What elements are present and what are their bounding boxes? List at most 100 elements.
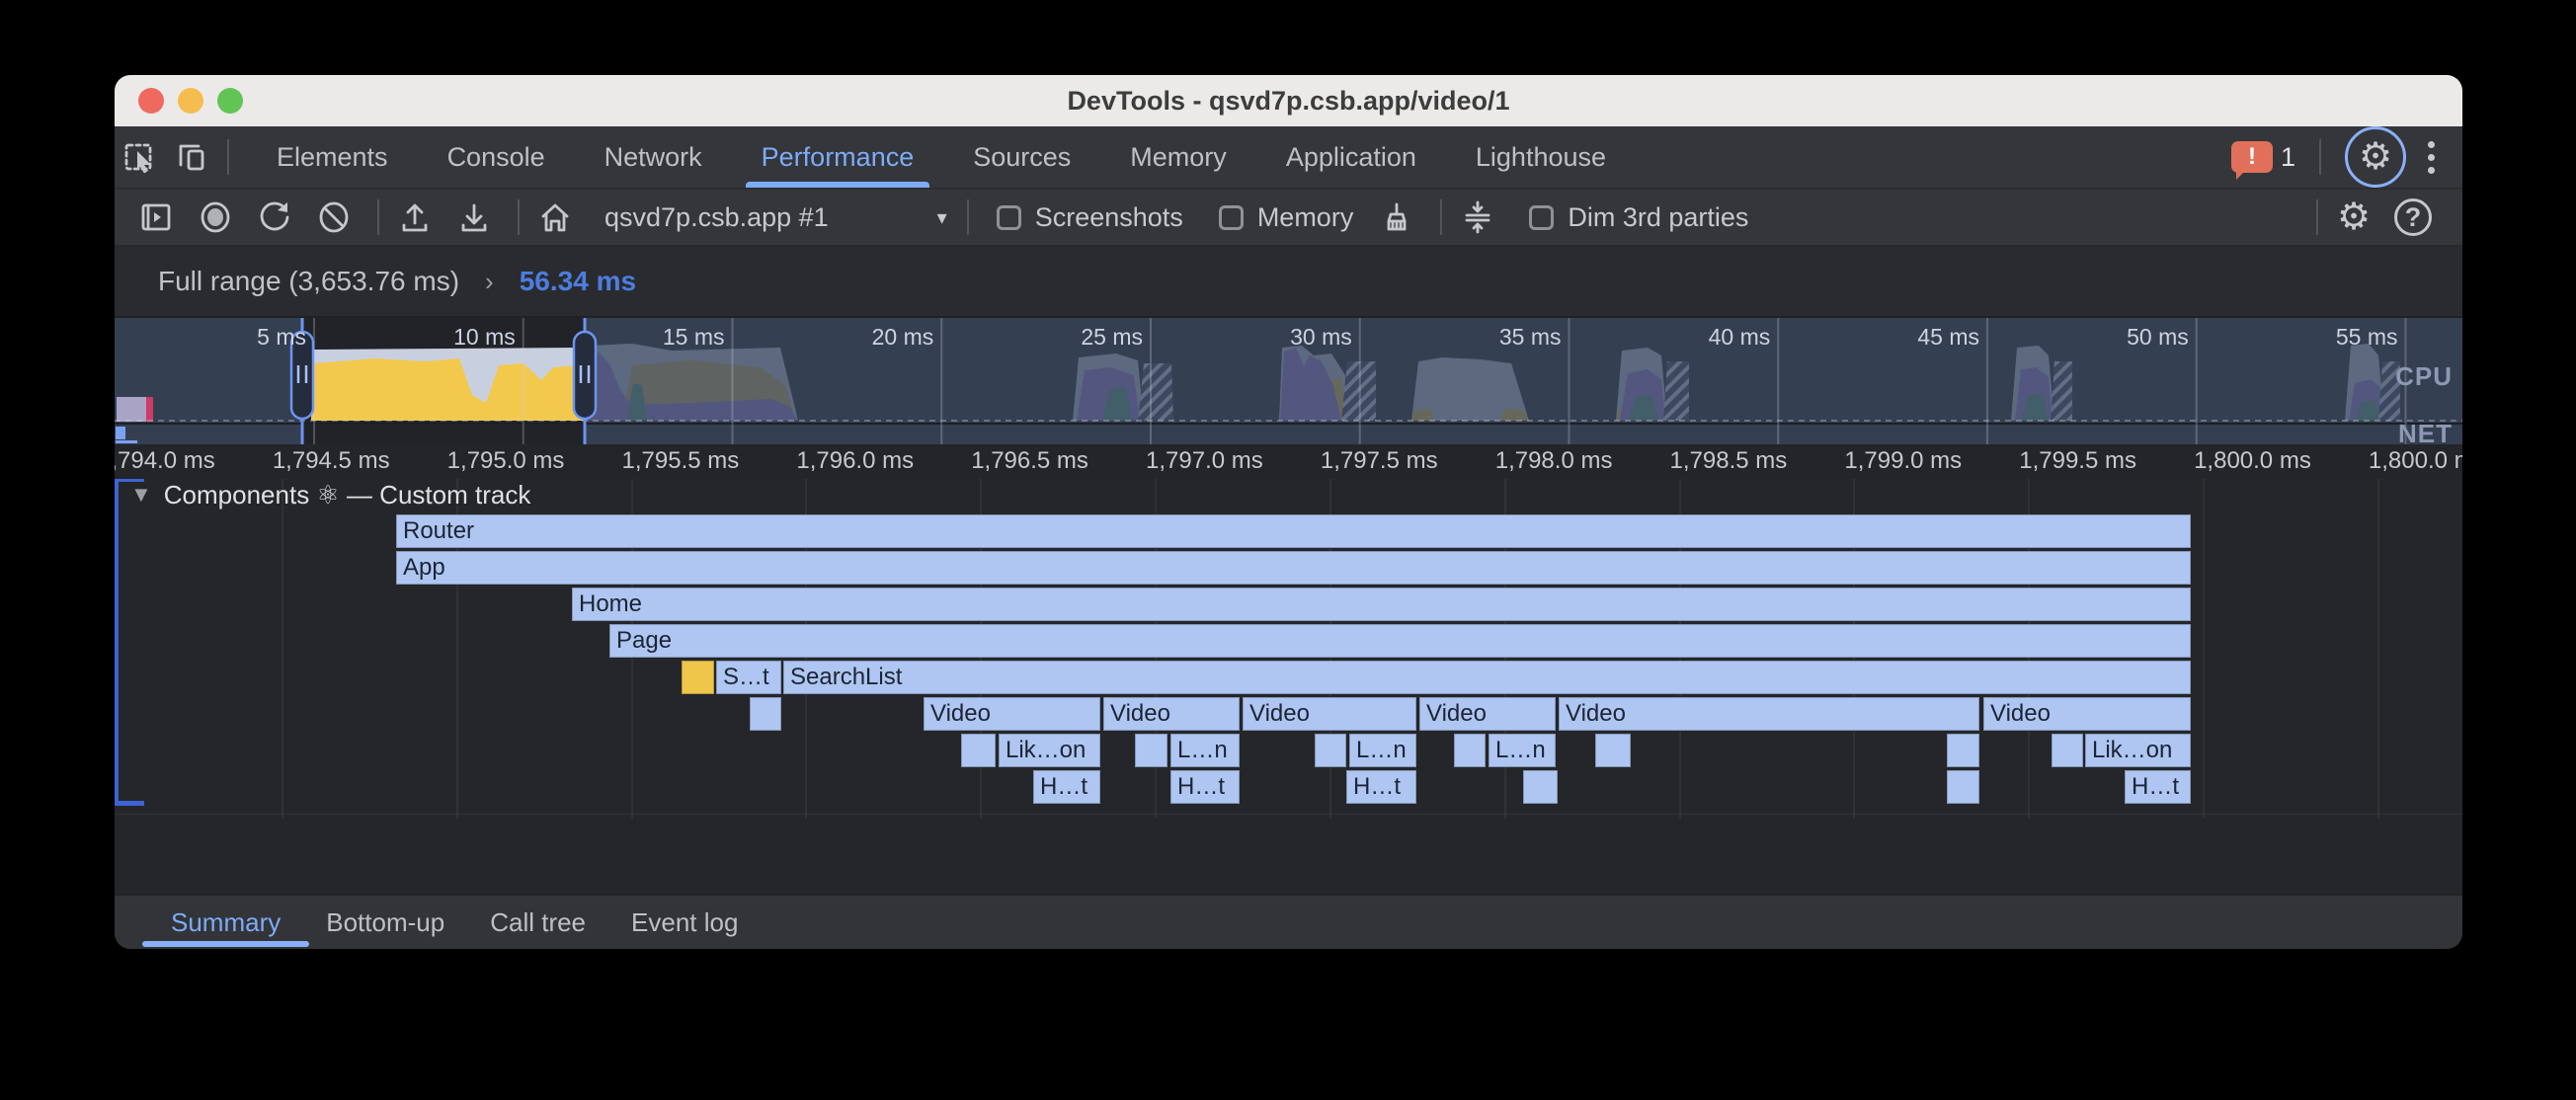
timeline-overview[interactable]: 5 ms10 ms15 ms20 ms25 ms30 ms35 ms40 ms4…: [115, 318, 2462, 444]
kebab-menu-icon[interactable]: [2420, 141, 2443, 174]
grid-line: [2377, 479, 2379, 819]
overview-tick-label: 40 ms: [1709, 324, 1771, 351]
target-selector-label: qsvd7p.csb.app #1: [604, 202, 829, 233]
tab-sources[interactable]: Sources: [943, 126, 1100, 188]
flame-bar-video[interactable]: Video: [1243, 697, 1416, 731]
flame-bar-home[interactable]: Home: [572, 588, 2191, 621]
tab-network[interactable]: Network: [575, 126, 732, 188]
error-bubble-icon: !: [2231, 141, 2273, 173]
error-badge[interactable]: ! 1: [2231, 141, 2295, 173]
checkbox-icon: [1529, 205, 1554, 230]
track-bottom-divider: [115, 814, 2462, 815]
flame-bar-video[interactable]: Video: [1559, 697, 1979, 731]
clear-icon[interactable]: [308, 195, 360, 240]
track-title: Components ⚛ — Custom track: [164, 480, 531, 511]
settings-gear-icon[interactable]: ⚙: [2328, 195, 2379, 240]
screenshots-label: Screenshots: [1035, 202, 1183, 233]
separator: [2316, 199, 2318, 235]
tab-lighthouse[interactable]: Lighthouse: [1446, 126, 1636, 188]
flame-bar[interactable]: [1315, 734, 1346, 767]
overview-tick-label: 45 ms: [1917, 324, 1979, 351]
flame-bar[interactable]: [1947, 770, 1979, 804]
flame-bar-video[interactable]: Video: [1103, 697, 1240, 731]
flame-bar[interactable]: [961, 734, 996, 767]
title-bar: DevTools - qsvd7p.csb.app/video/1: [115, 75, 2462, 126]
bottom-tab-summary[interactable]: Summary: [148, 896, 303, 949]
separator: [2319, 139, 2321, 175]
target-selector[interactable]: qsvd7p.csb.app #1 ▾: [604, 202, 947, 233]
flame-bar[interactable]: [1595, 734, 1631, 767]
collapse-icon[interactable]: [1452, 195, 1503, 240]
tab-memory[interactable]: Memory: [1100, 126, 1256, 188]
interaction-marker: [117, 397, 153, 422]
minimize-window-icon[interactable]: [178, 88, 203, 114]
panel-toggle-icon[interactable]: [130, 195, 182, 240]
ruler-label: 1,796.5 ms: [971, 447, 1088, 475]
overview-tick-label: 5 ms: [257, 324, 306, 351]
components-track-header[interactable]: ▼ Components ⚛ — Custom track: [115, 479, 530, 511]
flame-bar-ln[interactable]: L…n: [1349, 734, 1416, 767]
dim-3rd-parties-checkbox[interactable]: Dim 3rd parties: [1529, 202, 1748, 233]
settings-gear-icon[interactable]: ⚙: [2359, 138, 2392, 176]
overview-tick-label: 10 ms: [453, 324, 516, 351]
flame-bar-ht[interactable]: H…t: [2125, 770, 2191, 804]
dim-3rd-parties-label: Dim 3rd parties: [1568, 202, 1748, 233]
ruler-label: 1,794.0 ms: [115, 447, 215, 475]
tab-elements[interactable]: Elements: [247, 126, 418, 188]
collapse-triangle-icon[interactable]: ▼: [130, 482, 152, 508]
ruler-label: 1,797.0 ms: [1146, 447, 1263, 475]
flame-bar-video[interactable]: Video: [1983, 697, 2191, 731]
memory-checkbox[interactable]: Memory: [1219, 202, 1354, 233]
flame-bar-st[interactable]: S…t: [716, 661, 781, 694]
flame-bar-likon[interactable]: Lik…on: [2085, 734, 2191, 767]
tab-application[interactable]: Application: [1256, 126, 1446, 188]
record-icon[interactable]: [190, 195, 241, 240]
flame-bar-ln[interactable]: L…n: [1170, 734, 1240, 767]
separator: [518, 199, 520, 235]
checkbox-icon: [1219, 205, 1244, 230]
flame-bar-ht[interactable]: H…t: [1170, 770, 1240, 804]
flame-bar[interactable]: [2052, 734, 2083, 767]
collect-garbage-icon[interactable]: [1371, 195, 1422, 240]
flame-bar[interactable]: [1454, 734, 1486, 767]
tab-performance[interactable]: Performance: [732, 126, 944, 188]
flame-bar[interactable]: [750, 697, 781, 731]
performance-toolbar: qsvd7p.csb.app #1 ▾ Screenshots Memory: [115, 190, 2462, 247]
bottom-tab-bottom-up[interactable]: Bottom-up: [303, 896, 467, 949]
traffic-lights: [138, 88, 243, 114]
download-icon[interactable]: [448, 195, 500, 240]
help-icon[interactable]: ?: [2387, 195, 2439, 240]
reload-icon[interactable]: [249, 195, 300, 240]
flame-bar-page[interactable]: Page: [609, 624, 2191, 658]
device-toolbar-icon[interactable]: [166, 131, 217, 183]
ruler-label: 1,800.0 ms: [2369, 447, 2462, 475]
net-lane-label: NET: [2398, 419, 2453, 444]
flame-bar-video[interactable]: Video: [924, 697, 1100, 731]
flame-bar-likon[interactable]: Lik…on: [999, 734, 1100, 767]
bottom-tab-call-tree[interactable]: Call tree: [467, 896, 608, 949]
ruler-label: 1,800.0 ms: [2194, 447, 2311, 475]
inspect-icon[interactable]: [115, 131, 166, 183]
flame-bar-router[interactable]: Router: [396, 514, 2191, 548]
flame-bar-searchlist[interactable]: SearchList: [783, 661, 2191, 694]
screenshots-checkbox[interactable]: Screenshots: [997, 202, 1183, 233]
bottom-tab-event-log[interactable]: Event log: [608, 896, 761, 949]
close-window-icon[interactable]: [138, 88, 164, 114]
flame-bar[interactable]: [1135, 734, 1167, 767]
full-range-crumb[interactable]: Full range (3,653.76 ms): [158, 266, 459, 297]
flame-bar[interactable]: [1523, 770, 1558, 804]
flame-bar-video[interactable]: Video: [1419, 697, 1556, 731]
flame-bar[interactable]: [682, 661, 714, 694]
zoom-window-icon[interactable]: [217, 88, 243, 114]
flame-bar-app[interactable]: App: [396, 551, 2191, 585]
home-icon[interactable]: [529, 195, 581, 240]
tab-console[interactable]: Console: [418, 126, 575, 188]
flame-bar[interactable]: [1947, 734, 1979, 767]
selected-range-crumb[interactable]: 56.34 ms: [520, 266, 636, 297]
upload-icon[interactable]: [389, 195, 441, 240]
flame-bar-ht[interactable]: H…t: [1033, 770, 1100, 804]
separator: [1440, 199, 1442, 235]
flame-chart[interactable]: ▼ Components ⚛ — Custom track RouterAppH…: [115, 479, 2462, 894]
flame-bar-ht[interactable]: H…t: [1346, 770, 1416, 804]
flame-bar-ln[interactable]: L…n: [1489, 734, 1556, 767]
